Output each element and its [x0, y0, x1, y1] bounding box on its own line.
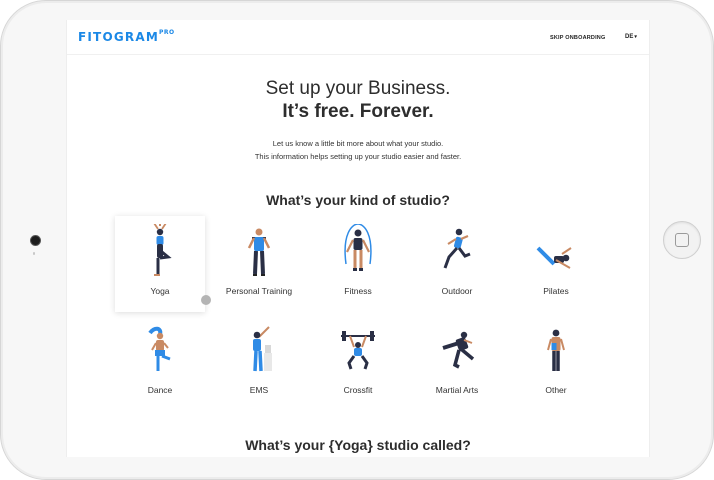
dancer-icon	[148, 326, 171, 371]
studio-option-crossfit[interactable]: Crossfit	[313, 315, 403, 411]
studio-option-label: Outdoor	[441, 286, 473, 296]
yoga-figure-icon	[153, 224, 172, 276]
pilates-icon	[536, 246, 572, 269]
studio-option-label: Fitness	[344, 286, 372, 296]
fitogram-logo[interactable]: FITOGRAMPRO	[78, 29, 175, 44]
studio-option-label: Crossfit	[343, 385, 373, 395]
studio-option-yoga[interactable]: Yoga	[115, 216, 205, 312]
studio-option-label: Personal Training	[225, 286, 293, 296]
studio-option-martial-arts[interactable]: Martial Arts	[412, 315, 502, 411]
logo-text: FITOGRAM	[78, 30, 159, 44]
studio-option-fitness[interactable]: Fitness	[313, 216, 403, 312]
athlete-icon	[547, 329, 565, 371]
personal-trainer-icon	[247, 228, 271, 276]
studio-option-label: EMS	[249, 385, 269, 395]
studio-option-pilates[interactable]: Pilates	[511, 216, 601, 312]
hero-subtitle: It’s free. Forever.	[282, 101, 434, 122]
studio-option-label: Yoga	[150, 286, 170, 296]
studio-option-other[interactable]: Other	[511, 315, 601, 411]
studio-kind-heading: What’s your kind of studio?	[266, 192, 450, 208]
studio-option-label: Pilates	[543, 286, 569, 296]
skip-onboarding-link[interactable]: SKIP ONBOARDING	[550, 35, 605, 41]
language-selector[interactable]: DE▾	[625, 34, 637, 40]
studio-option-label: Martial Arts	[435, 385, 479, 395]
studio-option-ems[interactable]: EMS	[214, 315, 304, 411]
studio-option-label: Other	[545, 385, 567, 395]
ems-figure-icon	[253, 326, 272, 372]
studio-option-outdoor[interactable]: Outdoor	[412, 216, 502, 312]
home-button[interactable]	[663, 221, 701, 259]
app-screen: FITOGRAMPRO SKIP ONBOARDING DE▾ Set up y…	[66, 20, 650, 457]
logo-pro-badge: PRO	[158, 29, 175, 36]
language-value: DE	[625, 34, 634, 40]
studio-name-heading: What’s your {Yoga} studio called?	[245, 437, 471, 453]
runner-icon	[443, 228, 471, 269]
tablet-frame: FITOGRAMPRO SKIP ONBOARDING DE▾ Set up y…	[0, 0, 714, 480]
intro-line-2: This information helps setting up your s…	[254, 152, 462, 161]
top-bar: FITOGRAMPRO SKIP ONBOARDING DE▾	[67, 20, 649, 55]
sensor-dot	[33, 252, 35, 255]
studio-option-dance[interactable]: Dance	[115, 315, 205, 411]
chevron-down-icon: ▾	[634, 34, 637, 40]
studio-option-personal-training[interactable]: Personal Training	[214, 216, 304, 312]
hero-title: Set up your Business.	[265, 78, 451, 99]
camera-icon	[30, 235, 41, 246]
jump-rope-icon	[344, 224, 372, 271]
weightlifter-icon	[341, 331, 375, 370]
intro-line-1: Let us know a little bit more about what…	[272, 139, 444, 148]
martial-arts-kick-icon	[442, 331, 475, 369]
touch-cursor	[201, 295, 211, 305]
studio-option-label: Dance	[147, 385, 173, 395]
home-square-icon	[675, 233, 689, 247]
